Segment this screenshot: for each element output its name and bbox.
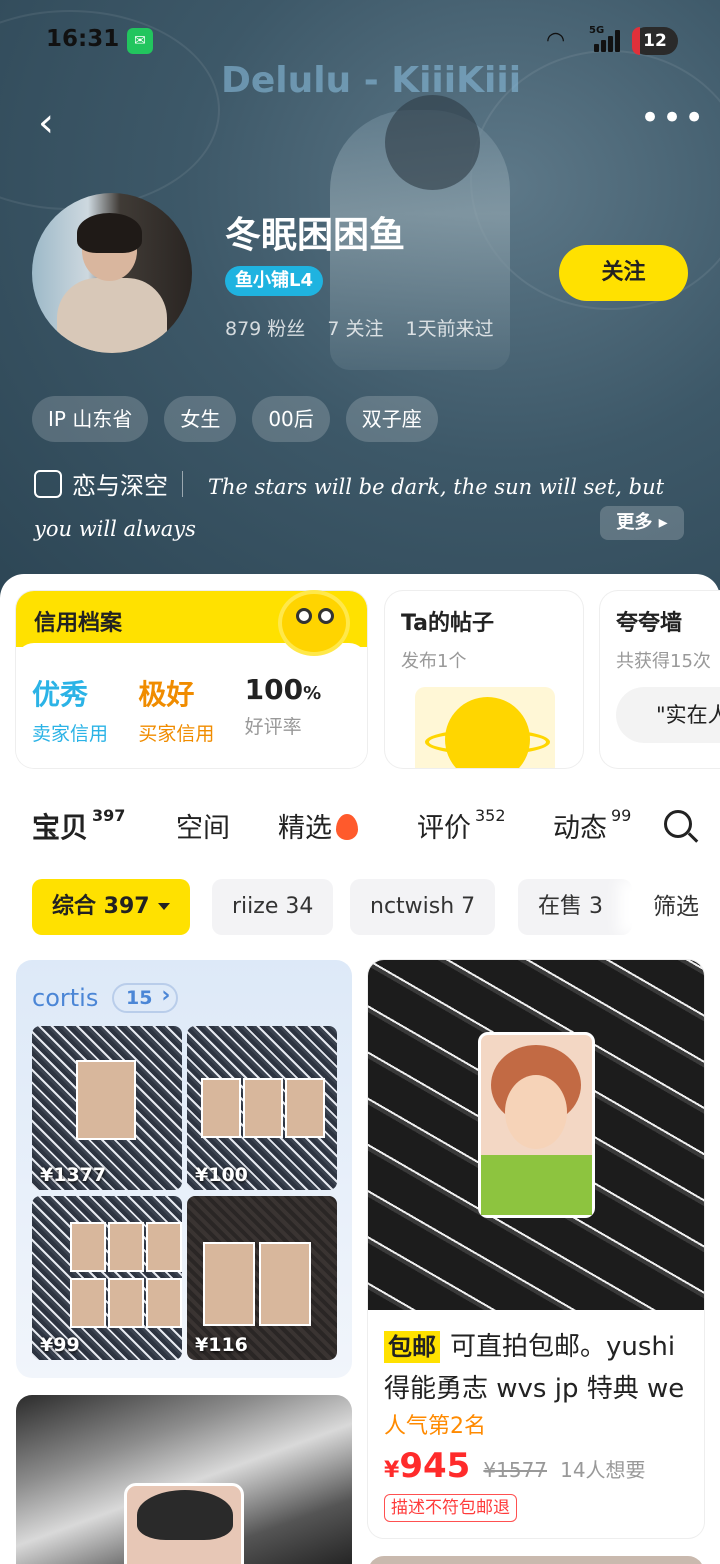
filter-all-label: 综合 397 [52,894,150,919]
tab-reviews-label: 评价 [417,813,471,844]
filter-all[interactable]: 综合 397 [32,879,190,935]
photocard [124,1483,244,1564]
collection-card[interactable]: cortis 15 ¥1377 ¥100 ¥99 ¥116 [16,960,352,1378]
tab-space[interactable]: 空间 [176,806,230,845]
want-count: 14人想要 [560,1458,646,1482]
tab-space-label: 空间 [176,813,230,844]
seller-credit-value: 优秀 [32,678,89,711]
collection-count: 15 [112,983,179,1013]
service-badge: 描述不符包邮退 [384,1494,517,1522]
profile-motto: The stars will be dark, the sun will set… [34,475,665,541]
tag-location: IP 山东省 [32,396,149,442]
posts-count: 发布1个 [401,651,467,672]
original-price: ¥1577 [483,1458,548,1482]
tab-activity[interactable]: 动态 99 [553,806,631,845]
positive-rate: 100% 好评率 [245,673,351,738]
tab-items-count: 397 [92,806,126,825]
product-price: 945 [399,1446,471,1486]
profile-page: 16:31 ✉ ◠ 5G 12 Delulu - KiiiKiii ‹ ••• … [0,0,720,1564]
fire-icon [336,814,358,840]
filter-button[interactable]: 筛选 [632,879,720,935]
filter-on-sale[interactable]: 在售 3 [518,879,632,935]
collection-thumb[interactable]: ¥100 [187,1026,337,1190]
photocard [478,1032,595,1218]
positive-rate-value: 100 [244,673,304,706]
posts-card[interactable]: Ta的帖子 发布1个 [385,591,583,768]
followers-count[interactable]: 879 粉丝 [225,318,305,340]
search-icon[interactable] [662,808,699,844]
filter-bar: 综合 397 riize 34 nctwish 7 在售 3 筛选 [32,879,720,935]
tab-featured-label: 精选 [278,813,332,844]
last-seen: 1天前来过 [405,318,494,340]
tab-reviews-count: 352 [475,806,506,825]
buyer-credit-label: 买家信用 [138,723,215,745]
buyer-credit-value: 极好 [138,678,195,711]
positive-rate-label: 好评率 [244,716,302,738]
filter-riize[interactable]: riize 34 [212,879,334,935]
collection-title: cortis [32,984,99,1012]
collection-thumb[interactable]: ¥1377 [32,1026,182,1190]
follow-button[interactable]: 关注 [559,245,688,301]
status-time: 16:31 [46,26,120,52]
tab-reviews[interactable]: 评价 352 [417,806,506,845]
buyer-credit: 极好 买家信用 [138,673,244,745]
collection-thumb[interactable]: ¥99 [32,1196,182,1360]
posts-title: Ta的帖子 [401,611,495,636]
battery-level: 12 [643,31,667,51]
tab-activity-count: 99 [611,806,632,825]
wifi-icon: ◠ [546,28,566,53]
collection-thumb[interactable]: ¥116 [187,1196,337,1360]
more-bio-label: 更多 [616,512,653,533]
following-count[interactable]: 7 关注 [327,318,383,340]
free-shipping-tag: 包邮 [384,1331,440,1363]
positive-rate-unit: % [303,683,322,704]
profile-tags: IP 山东省 女生 00后 双子座 [32,396,438,442]
shop-level-badge[interactable]: 鱼小铺L4 [225,266,323,296]
seller-credit-label: 卖家信用 [32,723,109,745]
tag-age: 00后 [252,396,330,442]
thumb-price: ¥1377 [40,1164,107,1186]
planet-icon [415,687,555,768]
product-card[interactable] [16,1395,352,1564]
thumb-price: ¥99 [40,1334,80,1356]
username: 冬眠困困鱼 [225,215,406,256]
more-options-icon[interactable]: ••• [640,101,704,138]
tab-activity-label: 动态 [553,813,607,844]
thumb-price: ¥100 [195,1164,248,1186]
product-card[interactable] [368,1556,704,1564]
more-bio-button[interactable]: 更多 ▸ [600,506,684,540]
product-price-line: ¥945 ¥1577 14人想要 [384,1446,646,1486]
filter-nctwish[interactable]: nctwish 7 [350,879,496,935]
wechat-icon: ✉ [127,28,153,54]
signal-icon [586,26,626,54]
tab-items-label: 宝贝 [32,811,89,844]
back-icon[interactable]: ‹ [38,100,78,150]
praise-wall-card[interactable]: 夸夸墙 共获得15次 "实在人 [600,591,720,768]
product-image [368,960,704,1310]
tag-gender: 女生 [164,396,237,442]
praise-title: 夸夸墙 [616,611,683,636]
profile-stats: 879 粉丝 7 关注 1天前来过 [225,314,510,341]
tag-zodiac: 双子座 [345,396,438,442]
product-title: 包邮 可直拍包邮。yushi 得能勇志 wvs jp 特典 we [384,1326,694,1410]
battery-icon: 12 [632,27,678,55]
tab-items[interactable]: 宝贝 397 [30,806,126,848]
seller-credit: 优秀 卖家信用 [32,673,138,745]
tab-featured[interactable]: 精选 [278,806,358,845]
background-music-title[interactable]: Delulu - KiiiKiii [0,60,720,101]
avatar[interactable] [32,193,192,353]
praise-quote: "实在人 [616,687,720,743]
product-card[interactable]: 包邮 可直拍包邮。yushi 得能勇志 wvs jp 特典 we 人气第2名 ¥9… [368,960,704,1538]
background-figure-head [385,95,480,190]
currency-symbol: ¥ [384,1458,400,1483]
mascot-icon [270,586,360,656]
praise-count: 共获得15次 [616,651,711,672]
thumb-price: ¥116 [195,1334,248,1356]
popularity-rank: 人气第2名 [384,1414,486,1439]
profile-tabs: 宝贝 397 空间 精选 评价 352 动态 99 [30,806,720,856]
